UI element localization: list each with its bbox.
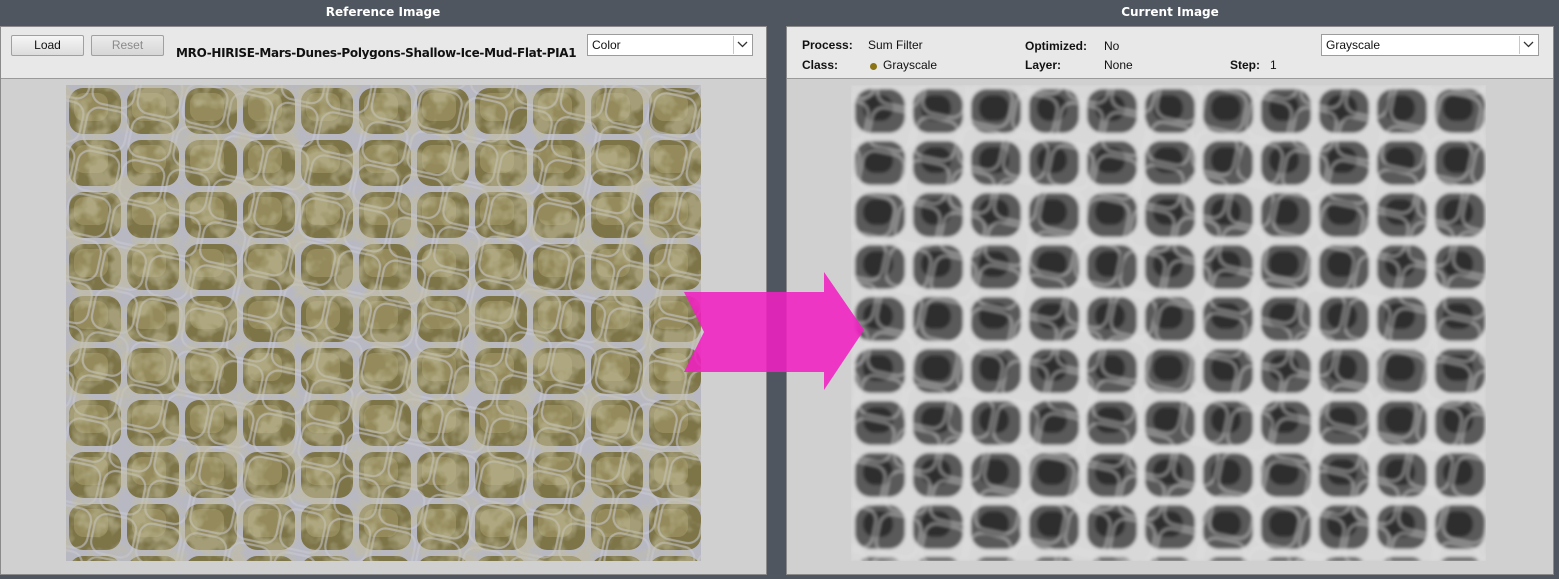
- reference-mode-value: Color: [592, 38, 621, 52]
- optimized-label: Optimized:: [1025, 39, 1087, 53]
- layer-label: Layer:: [1025, 58, 1062, 72]
- load-button[interactable]: Load: [11, 35, 84, 56]
- current-panel: Process: Sum Filter Class: Grayscale Opt…: [786, 26, 1554, 575]
- layer-value: None: [1104, 58, 1133, 72]
- step-label: Step:: [1230, 58, 1260, 72]
- current-panel-title: Current Image: [1121, 5, 1219, 19]
- step-value: 1: [1270, 58, 1277, 72]
- class-value: Grayscale: [883, 58, 938, 72]
- class-label: Class:: [802, 58, 839, 72]
- reference-panel: Load Reset MRO-HIRISE-Mars-Dunes-Polygon…: [0, 26, 767, 575]
- current-toolbar: Process: Sum Filter Class: Grayscale Opt…: [787, 27, 1553, 79]
- reference-mode-select[interactable]: Color: [587, 34, 753, 56]
- reference-image: [66, 85, 701, 561]
- current-mode-select[interactable]: Grayscale: [1321, 34, 1539, 56]
- reference-panel-title: Reference Image: [325, 5, 441, 19]
- process-label: Process:: [802, 38, 853, 52]
- current-mode-value: Grayscale: [1326, 38, 1381, 52]
- reference-filename: MRO-HIRISE-Mars-Dunes-Polygons-Shallow-I…: [176, 46, 576, 59]
- arrow-right-icon: [684, 272, 864, 390]
- current-image: [851, 85, 1486, 561]
- reset-button[interactable]: Reset: [91, 35, 164, 56]
- process-value: Sum Filter: [868, 38, 923, 52]
- chevron-down-icon: [733, 36, 751, 54]
- reference-toolbar: Load Reset MRO-HIRISE-Mars-Dunes-Polygon…: [1, 27, 766, 79]
- chevron-down-icon: [1519, 36, 1537, 54]
- optimized-value: No: [1104, 39, 1120, 53]
- class-indicator-dot: [870, 63, 877, 70]
